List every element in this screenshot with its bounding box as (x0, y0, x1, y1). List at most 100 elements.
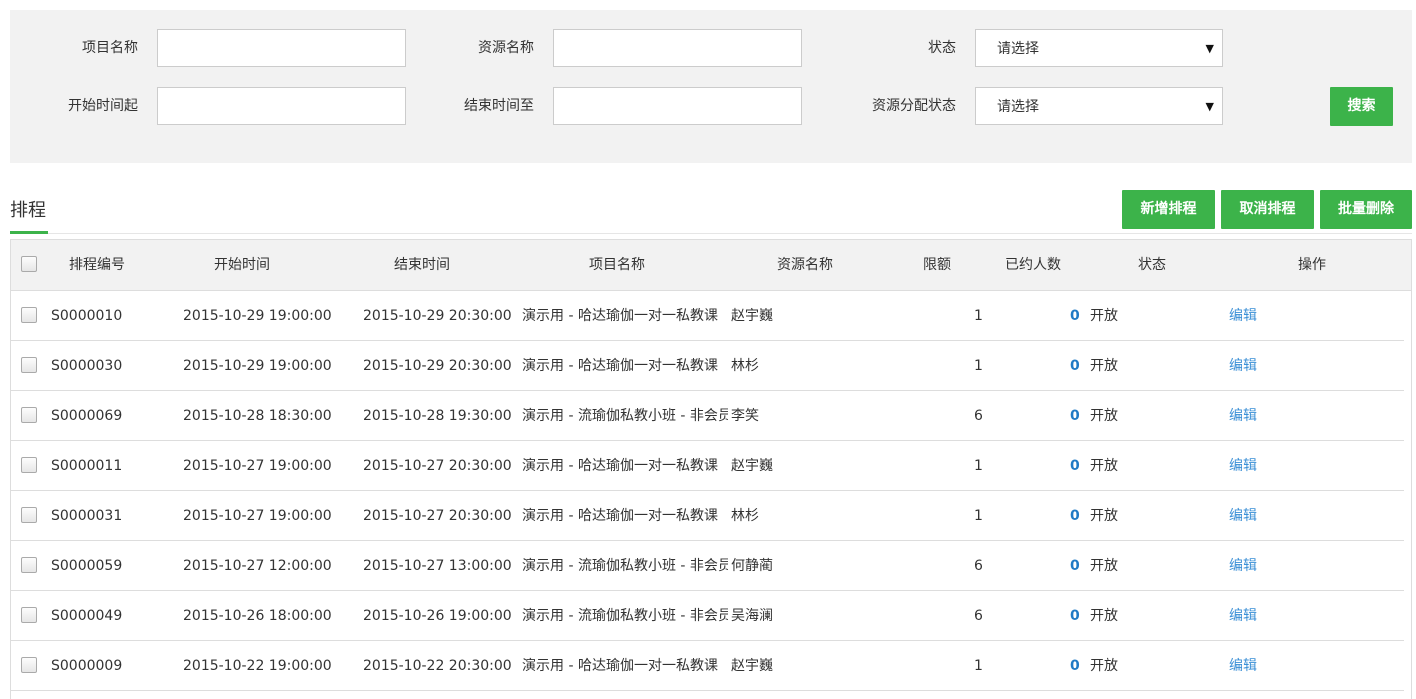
table-row: S0000009 2015-10-22 19:00:00 2015-10-22 20… (11, 641, 1404, 691)
edit-link[interactable]: 编辑 (1229, 606, 1269, 626)
section-title-underline (10, 231, 48, 234)
edit-link[interactable]: 编辑 (1229, 556, 1269, 576)
end-time-label: 结束时间至 (464, 98, 534, 114)
edit-link[interactable]: 编辑 (1229, 406, 1269, 426)
batch-delete-button[interactable]: 批量删除 (1320, 190, 1412, 229)
cell-end: 2015-10-29 20:30:00 (363, 308, 512, 324)
table-row: S0000030 2015-10-29 19:00:00 2015-10-29 20… (11, 341, 1404, 391)
search-button[interactable]: 搜索 (1330, 87, 1393, 126)
cell-quota: 6 (974, 608, 983, 624)
cell-end: 2015-10-28 19:30:00 (363, 408, 512, 424)
row-checkbox[interactable] (21, 457, 37, 473)
cell-project: 演示用 - 流瑜伽私教小班 - 非会员 (522, 608, 728, 624)
cell-booked: 0 (1070, 408, 1080, 424)
cell-id: S0000069 (51, 408, 123, 424)
col-header-start: 开始时间 (214, 257, 270, 273)
end-time-input[interactable] (553, 87, 802, 125)
cell-start: 2015-10-22 19:00:00 (183, 658, 332, 674)
cell-project: 演示用 - 哈达瑜伽一对一私教课 (522, 358, 718, 374)
col-header-action: 操作 (1298, 257, 1326, 273)
cell-id: S0000031 (51, 508, 123, 524)
cell-booked: 0 (1070, 558, 1080, 574)
cell-project: 演示用 - 哈达瑜伽一对一私教课 (522, 508, 718, 524)
cell-project: 演示用 - 哈达瑜伽一对一私教课 (522, 658, 718, 674)
col-header-id: 排程编号 (69, 257, 125, 273)
cell-quota: 1 (974, 508, 983, 524)
select-all-checkbox[interactable] (21, 256, 37, 272)
row-checkbox[interactable] (21, 557, 37, 573)
cell-booked: 0 (1070, 308, 1080, 324)
col-header-resource: 资源名称 (777, 257, 833, 273)
cell-project: 演示用 - 流瑜伽私教小班 - 非会员 (522, 408, 728, 424)
cell-status: 开放 (1090, 408, 1118, 424)
cell-status: 开放 (1090, 358, 1118, 374)
table-row: S0000069 2015-10-28 18:30:00 2015-10-28 19… (11, 391, 1404, 441)
status-select-value: 请选择 (997, 41, 1039, 57)
cell-project: 演示用 - 哈达瑜伽一对一私教课 (522, 458, 718, 474)
dropdown-arrow-icon: ▼ (1205, 100, 1214, 113)
col-header-status: 状态 (1138, 257, 1166, 273)
row-checkbox[interactable] (21, 507, 37, 523)
cell-start: 2015-10-28 18:30:00 (183, 408, 332, 424)
cell-status: 开放 (1090, 658, 1118, 674)
dropdown-arrow-icon: ▼ (1205, 42, 1214, 55)
cell-booked: 0 (1070, 658, 1080, 674)
status-select[interactable]: 请选择 ▼ (975, 29, 1223, 67)
cell-start: 2015-10-29 19:00:00 (183, 358, 332, 374)
edit-link[interactable]: 编辑 (1229, 456, 1269, 476)
cell-resource: 赵宇巍 (731, 308, 773, 324)
row-checkbox[interactable] (21, 307, 37, 323)
cell-id: S0000030 (51, 358, 123, 374)
table-row: S0000031 2015-10-27 19:00:00 2015-10-27 20… (11, 491, 1404, 541)
start-time-input[interactable] (157, 87, 406, 125)
cell-resource: 何静蔺 (731, 558, 773, 574)
section-title: 排程 (10, 200, 46, 221)
cell-project: 演示用 - 流瑜伽私教小班 - 非会员 (522, 558, 728, 574)
row-checkbox[interactable] (21, 357, 37, 373)
cell-resource: 赵宇巍 (731, 658, 773, 674)
start-time-label: 开始时间起 (68, 98, 138, 114)
edit-link[interactable]: 编辑 (1229, 506, 1269, 526)
cell-end: 2015-10-27 20:30:00 (363, 508, 512, 524)
resource-name-input[interactable] (553, 29, 802, 67)
cell-end: 2015-10-27 13:00:00 (363, 558, 512, 574)
row-checkbox[interactable] (21, 407, 37, 423)
cell-end: 2015-10-26 19:00:00 (363, 608, 512, 624)
cell-start: 2015-10-27 19:00:00 (183, 508, 332, 524)
cell-quota: 1 (974, 458, 983, 474)
cell-start: 2015-10-27 19:00:00 (183, 458, 332, 474)
cell-quota: 1 (974, 658, 983, 674)
edit-link[interactable]: 编辑 (1229, 656, 1269, 676)
edit-link[interactable]: 编辑 (1229, 356, 1269, 376)
table-row: S0000059 2015-10-27 12:00:00 2015-10-27 13… (11, 541, 1404, 591)
alloc-status-select[interactable]: 请选择 ▼ (975, 87, 1223, 125)
project-name-input[interactable] (157, 29, 406, 67)
cell-status: 开放 (1090, 608, 1118, 624)
cell-resource: 赵宇巍 (731, 458, 773, 474)
cell-project: 演示用 - 哈达瑜伽一对一私教课 (522, 308, 718, 324)
row-checkbox[interactable] (21, 607, 37, 623)
add-schedule-button[interactable]: 新增排程 (1122, 190, 1215, 229)
cell-quota: 1 (974, 308, 983, 324)
cell-id: S0000059 (51, 558, 123, 574)
edit-link[interactable]: 编辑 (1229, 306, 1269, 326)
cell-id: S0000009 (51, 658, 123, 674)
status-label: 状态 (928, 40, 956, 56)
cell-status: 开放 (1090, 308, 1118, 324)
table-header: 排程编号 开始时间 结束时间 项目名称 资源名称 限额 已约人数 状态 操作 (11, 240, 1411, 291)
alloc-status-select-value: 请选择 (997, 99, 1039, 115)
cell-resource: 林杉 (731, 508, 759, 524)
schedule-table: 排程编号 开始时间 结束时间 项目名称 资源名称 限额 已约人数 状态 操作 S… (10, 239, 1412, 699)
col-header-quota: 限额 (923, 257, 951, 273)
cell-start: 2015-10-26 18:00:00 (183, 608, 332, 624)
resource-name-label: 资源名称 (478, 40, 534, 56)
cell-resource: 林杉 (731, 358, 759, 374)
col-header-project: 项目名称 (589, 257, 645, 273)
alloc-status-label: 资源分配状态 (872, 98, 956, 114)
row-checkbox[interactable] (21, 657, 37, 673)
table-row: S0000011 2015-10-27 19:00:00 2015-10-27 20… (11, 441, 1404, 491)
cell-booked: 0 (1070, 608, 1080, 624)
cancel-schedule-button[interactable]: 取消排程 (1221, 190, 1314, 229)
cell-booked: 0 (1070, 508, 1080, 524)
cell-resource: 吴海澜 (731, 608, 773, 624)
